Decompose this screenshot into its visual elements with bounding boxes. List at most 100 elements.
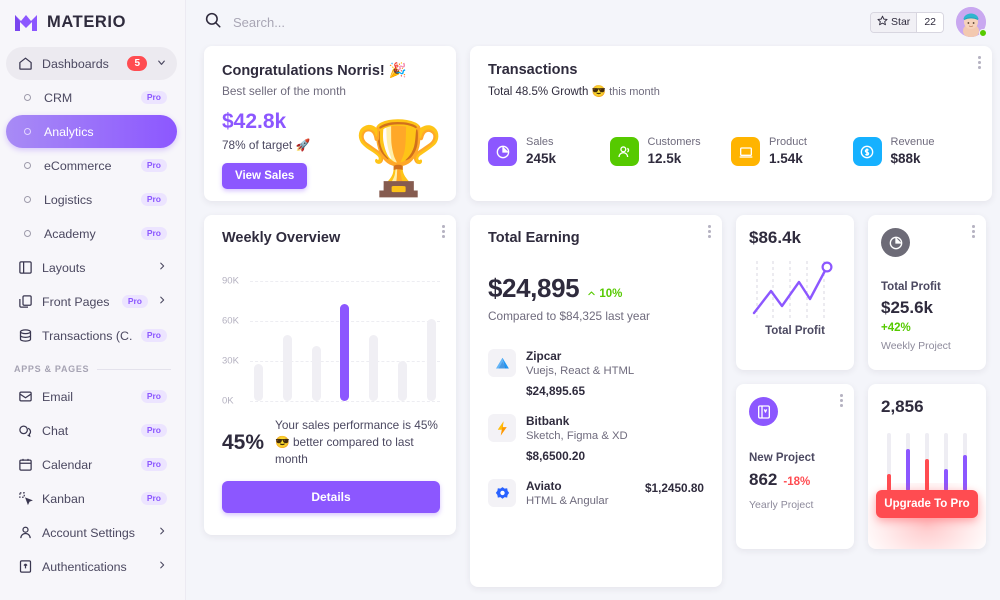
bar xyxy=(369,334,379,401)
details-button[interactable]: Details xyxy=(222,481,440,514)
sidebar-item-calendar[interactable]: Calendar Pro xyxy=(6,448,177,481)
pro-badge: Pro xyxy=(121,294,148,309)
search-area[interactable] xyxy=(204,11,858,34)
earning-title: Total Earning xyxy=(488,230,580,246)
sidebar-item-kanban[interactable]: Kanban Pro xyxy=(6,482,177,515)
view-sales-button[interactable]: View Sales xyxy=(222,163,308,189)
star-left[interactable]: Star xyxy=(871,12,917,32)
pages-icon xyxy=(17,294,33,310)
transactions-card: Transactions Total 48.5% Growth 😎 this m… xyxy=(470,46,992,201)
brand[interactable]: MATERIO xyxy=(0,0,185,42)
chevron-down-icon[interactable] xyxy=(156,57,167,71)
sidebar-item-logistics[interactable]: Logistics Pro xyxy=(6,183,177,216)
sidebar-item-label: Chat xyxy=(42,423,69,438)
aviato-logo-icon xyxy=(488,479,516,507)
stat-value: 245k xyxy=(526,150,557,166)
new-project-delta: -18% xyxy=(783,476,811,488)
star-label: Star xyxy=(891,16,911,28)
sidebar-item-transactions[interactable]: Transactions (C... Pro xyxy=(6,319,177,352)
total-profit-delta: +42% xyxy=(881,322,911,334)
y-tick-label: 90K xyxy=(222,275,239,287)
sidebar-item-dashboards[interactable]: Dashboards 5 xyxy=(6,47,177,80)
sidebar-item-label: Kanban xyxy=(42,491,85,506)
total-profit-menu-button[interactable] xyxy=(972,225,975,239)
sidebar-item-chat[interactable]: Chat Pro xyxy=(6,414,177,447)
pro-badge: Pro xyxy=(140,328,167,343)
earning-row-amount: $1,2450.80 xyxy=(644,481,704,495)
dashboards-badge: 5 xyxy=(127,56,147,71)
y-tick-label: 30K xyxy=(222,355,239,367)
new-project-card: New Project 862 -18% Yearly Project xyxy=(736,384,854,549)
congrats-subtitle: Best seller of the month xyxy=(222,84,346,98)
sidebar-item-analytics[interactable]: Analytics xyxy=(6,115,177,148)
sidebar-item-ecommerce[interactable]: eCommerce Pro xyxy=(6,149,177,182)
column-left: Congratulations Norris! 🎉 Best seller of… xyxy=(204,46,456,587)
bullet-icon xyxy=(19,90,35,106)
upgrade-to-pro-button[interactable]: Upgrade To Pro xyxy=(876,490,978,518)
mini-column-b: Total Profit $25.6k +42% Weekly Project … xyxy=(868,215,986,587)
bullet-icon xyxy=(19,158,35,174)
y-tick-label: 0K xyxy=(222,395,234,407)
section-divider xyxy=(97,368,171,370)
bullet-icon xyxy=(19,226,35,242)
new-project-menu-button[interactable] xyxy=(840,394,843,408)
app-root: MATERIO Dashboards 5 CRM Pro Analytics e… xyxy=(0,0,1000,600)
earning-amount: $24,895 xyxy=(488,273,580,303)
sidebar-item-label: Analytics xyxy=(44,124,94,139)
sidebar-nav: Dashboards 5 CRM Pro Analytics eCommerce xyxy=(0,42,185,600)
calendar-icon xyxy=(17,457,33,473)
sidebar-item-label: Academy xyxy=(44,226,96,241)
bar xyxy=(398,361,408,401)
sidebar-item-email[interactable]: Email Pro xyxy=(6,380,177,413)
earning-row-name: Aviato xyxy=(526,479,562,493)
earning-row-body: Aviato HTML & Angular xyxy=(526,479,635,507)
total-profit-amount: $25.6k xyxy=(881,298,933,317)
brand-name: MATERIO xyxy=(47,12,127,31)
sidebar: MATERIO Dashboards 5 CRM Pro Analytics e… xyxy=(0,0,186,600)
spark-amount: $86.4k xyxy=(749,228,801,247)
sidebar-item-layouts[interactable]: Layouts xyxy=(6,251,177,284)
earning-row-desc: Sketch, Figma & XD xyxy=(526,430,628,442)
sidebar-item-label: Calendar xyxy=(42,457,93,472)
earning-row-amount: $24,895.65 xyxy=(526,384,586,398)
sidebar-item-front-pages[interactable]: Front Pages Pro xyxy=(6,285,177,318)
bar xyxy=(254,363,263,401)
mini-column-a: $86.4k Total Profit New Project 862 -18%… xyxy=(736,215,854,587)
earning-row[interactable]: Aviato HTML & Angular $1,2450.80 xyxy=(488,479,704,507)
weekly-percent: 45% xyxy=(222,430,265,454)
total-profit-line-chart xyxy=(749,255,841,327)
stat-label: Revenue xyxy=(890,136,935,148)
earning-row[interactable]: Bitbank Sketch, Figma & XD $8,6500.20 xyxy=(488,414,704,463)
avatar[interactable] xyxy=(956,7,987,37)
transactions-menu-button[interactable] xyxy=(978,56,981,70)
earning-row-body: Zipcar Vuejs, React & HTML $24,895.65 xyxy=(526,349,704,398)
y-tick-label: 60K xyxy=(222,315,239,327)
weekly-overview-card: Weekly Overview 90K 60K 30K 0K 45% Your … xyxy=(204,215,456,535)
stat-sales: Sales 245k xyxy=(488,136,610,167)
sidebar-item-account-settings[interactable]: Account Settings xyxy=(6,516,177,549)
sidebar-item-label: Email xyxy=(42,389,73,404)
weekly-menu-button[interactable] xyxy=(442,225,445,239)
total-profit-caption: Total Profit xyxy=(881,281,941,293)
sidebar-item-crm[interactable]: CRM Pro xyxy=(6,81,177,114)
search-input[interactable] xyxy=(233,14,493,30)
bar xyxy=(426,318,436,401)
bar xyxy=(311,346,321,401)
stat-label: Product xyxy=(769,136,807,148)
earning-menu-button[interactable] xyxy=(708,225,711,239)
pro-badge: Pro xyxy=(140,158,167,173)
sidebar-item-academy[interactable]: Academy Pro xyxy=(6,217,177,250)
github-star-button[interactable]: Star 22 xyxy=(870,11,944,33)
sidebar-item-label: Transactions (C... xyxy=(42,328,132,343)
total-profit-sub: Weekly Project xyxy=(881,340,951,352)
sidebar-item-label: Layouts xyxy=(42,260,86,275)
chevron-right-icon xyxy=(157,526,167,539)
sidebar-item-label: Authentications xyxy=(42,559,127,574)
bullet-icon xyxy=(19,124,35,140)
pie-chart-icon xyxy=(488,137,517,167)
laptop-icon xyxy=(731,137,760,167)
search-icon[interactable] xyxy=(204,11,222,34)
earning-row[interactable]: Zipcar Vuejs, React & HTML $24,895.65 xyxy=(488,349,704,398)
sidebar-item-authentications[interactable]: Authentications xyxy=(6,550,177,583)
transactions-period: this month xyxy=(609,86,660,98)
